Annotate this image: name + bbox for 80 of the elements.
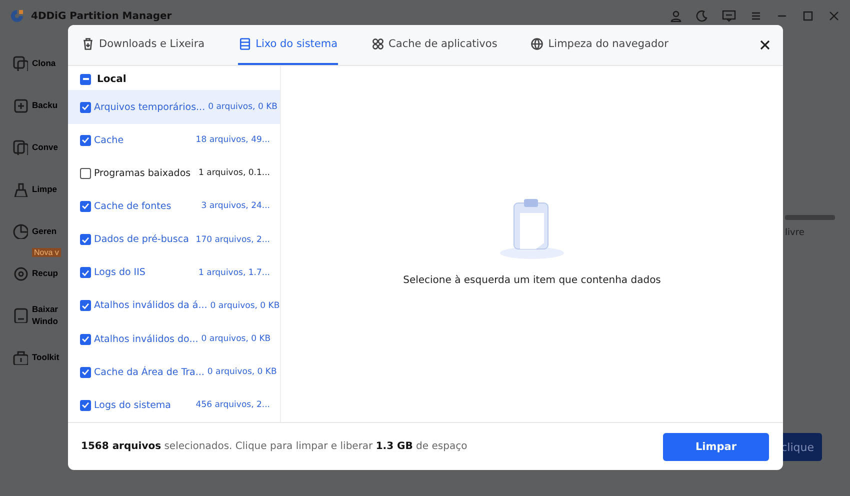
- brush-icon: [12, 181, 28, 197]
- group-label: Local: [97, 74, 126, 85]
- item-name: Cache de fontes: [94, 200, 172, 212]
- checkbox[interactable]: [80, 234, 91, 246]
- item-size: 1 arquivos, 1.7...: [198, 268, 270, 278]
- document-icon: [12, 97, 28, 113]
- summary-text: 1568 arquivos selecionados. Clique para limpar e liberar 1.3 GB de espaço: [81, 441, 468, 452]
- item-name: Logs do IIS: [94, 267, 146, 278]
- clean-button[interactable]: Limpar: [663, 432, 769, 460]
- item-size: 0 arquivos, 0 KB: [208, 102, 278, 112]
- documents-icon: [12, 139, 28, 155]
- item-name: Programas baixados: [94, 168, 192, 179]
- list-item[interactable]: Atalhos inválidos do... 0 arquivos, 0 KB: [68, 322, 280, 356]
- new-badge: Nova v: [32, 248, 61, 257]
- checkbox[interactable]: [80, 334, 91, 345]
- list-item[interactable]: Arquivos temporários... 0 arquivos, 0 KB: [68, 90, 280, 124]
- list-item[interactable]: Cache 18 arquivos, 49...: [68, 124, 280, 157]
- list-item[interactable]: Logs do IIS 1 arquivos, 1.7...: [68, 256, 280, 290]
- tab[interactable]: Cache de aplicativos: [370, 25, 498, 65]
- sidebar-item[interactable]: Conve: [32, 141, 58, 153]
- list-item[interactable]: Atalhos inválidos da á... 0 arquivos, 0 KB: [68, 289, 280, 323]
- grid-icon: [370, 37, 385, 51]
- list-item[interactable]: Logs do sistema 456 arquivos, 2...: [68, 388, 280, 422]
- checkbox[interactable]: [80, 134, 91, 146]
- sidebar-item[interactable]: Backu: [32, 99, 58, 111]
- item-name: Atalhos inválidos da á...: [94, 300, 208, 312]
- copy-icon: [12, 55, 28, 71]
- sidebar-item[interactable]: Recup: [32, 267, 58, 279]
- checkbox[interactable]: [80, 200, 91, 212]
- free-space-label: livre: [785, 228, 804, 238]
- checkbox[interactable]: [80, 400, 91, 411]
- item-size: 0 arquivos, 0 KB: [210, 300, 280, 311]
- logo-icon: [10, 9, 24, 23]
- close-icon[interactable]: [760, 40, 770, 50]
- item-name: Logs do sistema: [94, 400, 172, 411]
- tab[interactable]: Downloads e Lixeira: [81, 25, 205, 65]
- item-size: 456 arquivos, 2...: [196, 400, 270, 410]
- toolbox-icon: [12, 349, 28, 365]
- sidebar-item[interactable]: Toolkit: [32, 351, 60, 363]
- list-icon: [238, 37, 252, 51]
- moon-icon[interactable]: [696, 10, 708, 22]
- list-item[interactable]: Dados de pré-busca 170 arquivos, 2...: [68, 223, 280, 256]
- sidebar-item[interactable]: Limpe: [32, 183, 58, 195]
- tab[interactable]: Limpeza do navegador: [530, 25, 668, 65]
- menu-icon[interactable]: [750, 10, 762, 22]
- item-size: 170 arquivos, 2...: [196, 234, 270, 245]
- disk-usage-bar: [785, 215, 835, 220]
- target-icon: [12, 265, 28, 281]
- checkbox[interactable]: [80, 168, 91, 179]
- checkbox[interactable]: [80, 300, 91, 312]
- item-size: 1 arquivos, 0.1...: [198, 168, 270, 178]
- chat-icon[interactable]: [722, 10, 736, 22]
- list-item[interactable]: Cache de fontes 3 arquivos, 24...: [68, 190, 280, 224]
- item-size: 0 arquivos, 0 KB: [201, 334, 271, 344]
- sidebar-item[interactable]: Geren: [32, 225, 57, 237]
- checkbox[interactable]: [80, 267, 91, 278]
- item-size: 18 arquivos, 49...: [196, 135, 270, 146]
- maximize-icon[interactable]: [802, 10, 814, 22]
- pie-chart-icon: [12, 223, 28, 239]
- drive-icon: [12, 307, 28, 323]
- app-title: 4DDiG Partition Manager: [31, 10, 172, 22]
- empty-message: Selecione à esquerda um item que contenha dados: [403, 274, 661, 286]
- item-name: Cache da Área de Tra...: [94, 366, 204, 378]
- item-name: Cache: [94, 134, 125, 146]
- sidebar-item[interactable]: Baixar Windo: [32, 303, 58, 327]
- checkbox[interactable]: [80, 366, 91, 378]
- globe-icon: [530, 37, 544, 51]
- user-icon[interactable]: [670, 10, 682, 22]
- checkbox[interactable]: [80, 74, 91, 85]
- tab[interactable]: Lixo do sistema: [238, 25, 338, 65]
- sidebar-item[interactable]: Clona: [32, 57, 56, 69]
- list-item[interactable]: Cache da Área de Tra... 0 arquivos, 0 KB: [68, 356, 280, 389]
- item-size: 3 arquivos, 24...: [201, 201, 270, 212]
- item-size: 0 arquivos, 0 KB: [207, 367, 277, 378]
- item-name: Atalhos inválidos do...: [94, 334, 198, 345]
- trash-icon: [81, 37, 95, 51]
- item-name: Dados de pré-busca: [94, 234, 190, 246]
- item-name: Arquivos temporários...: [94, 102, 206, 113]
- checkbox[interactable]: [80, 102, 91, 113]
- list-item[interactable]: Programas baixados 1 arquivos, 0.1...: [68, 156, 280, 190]
